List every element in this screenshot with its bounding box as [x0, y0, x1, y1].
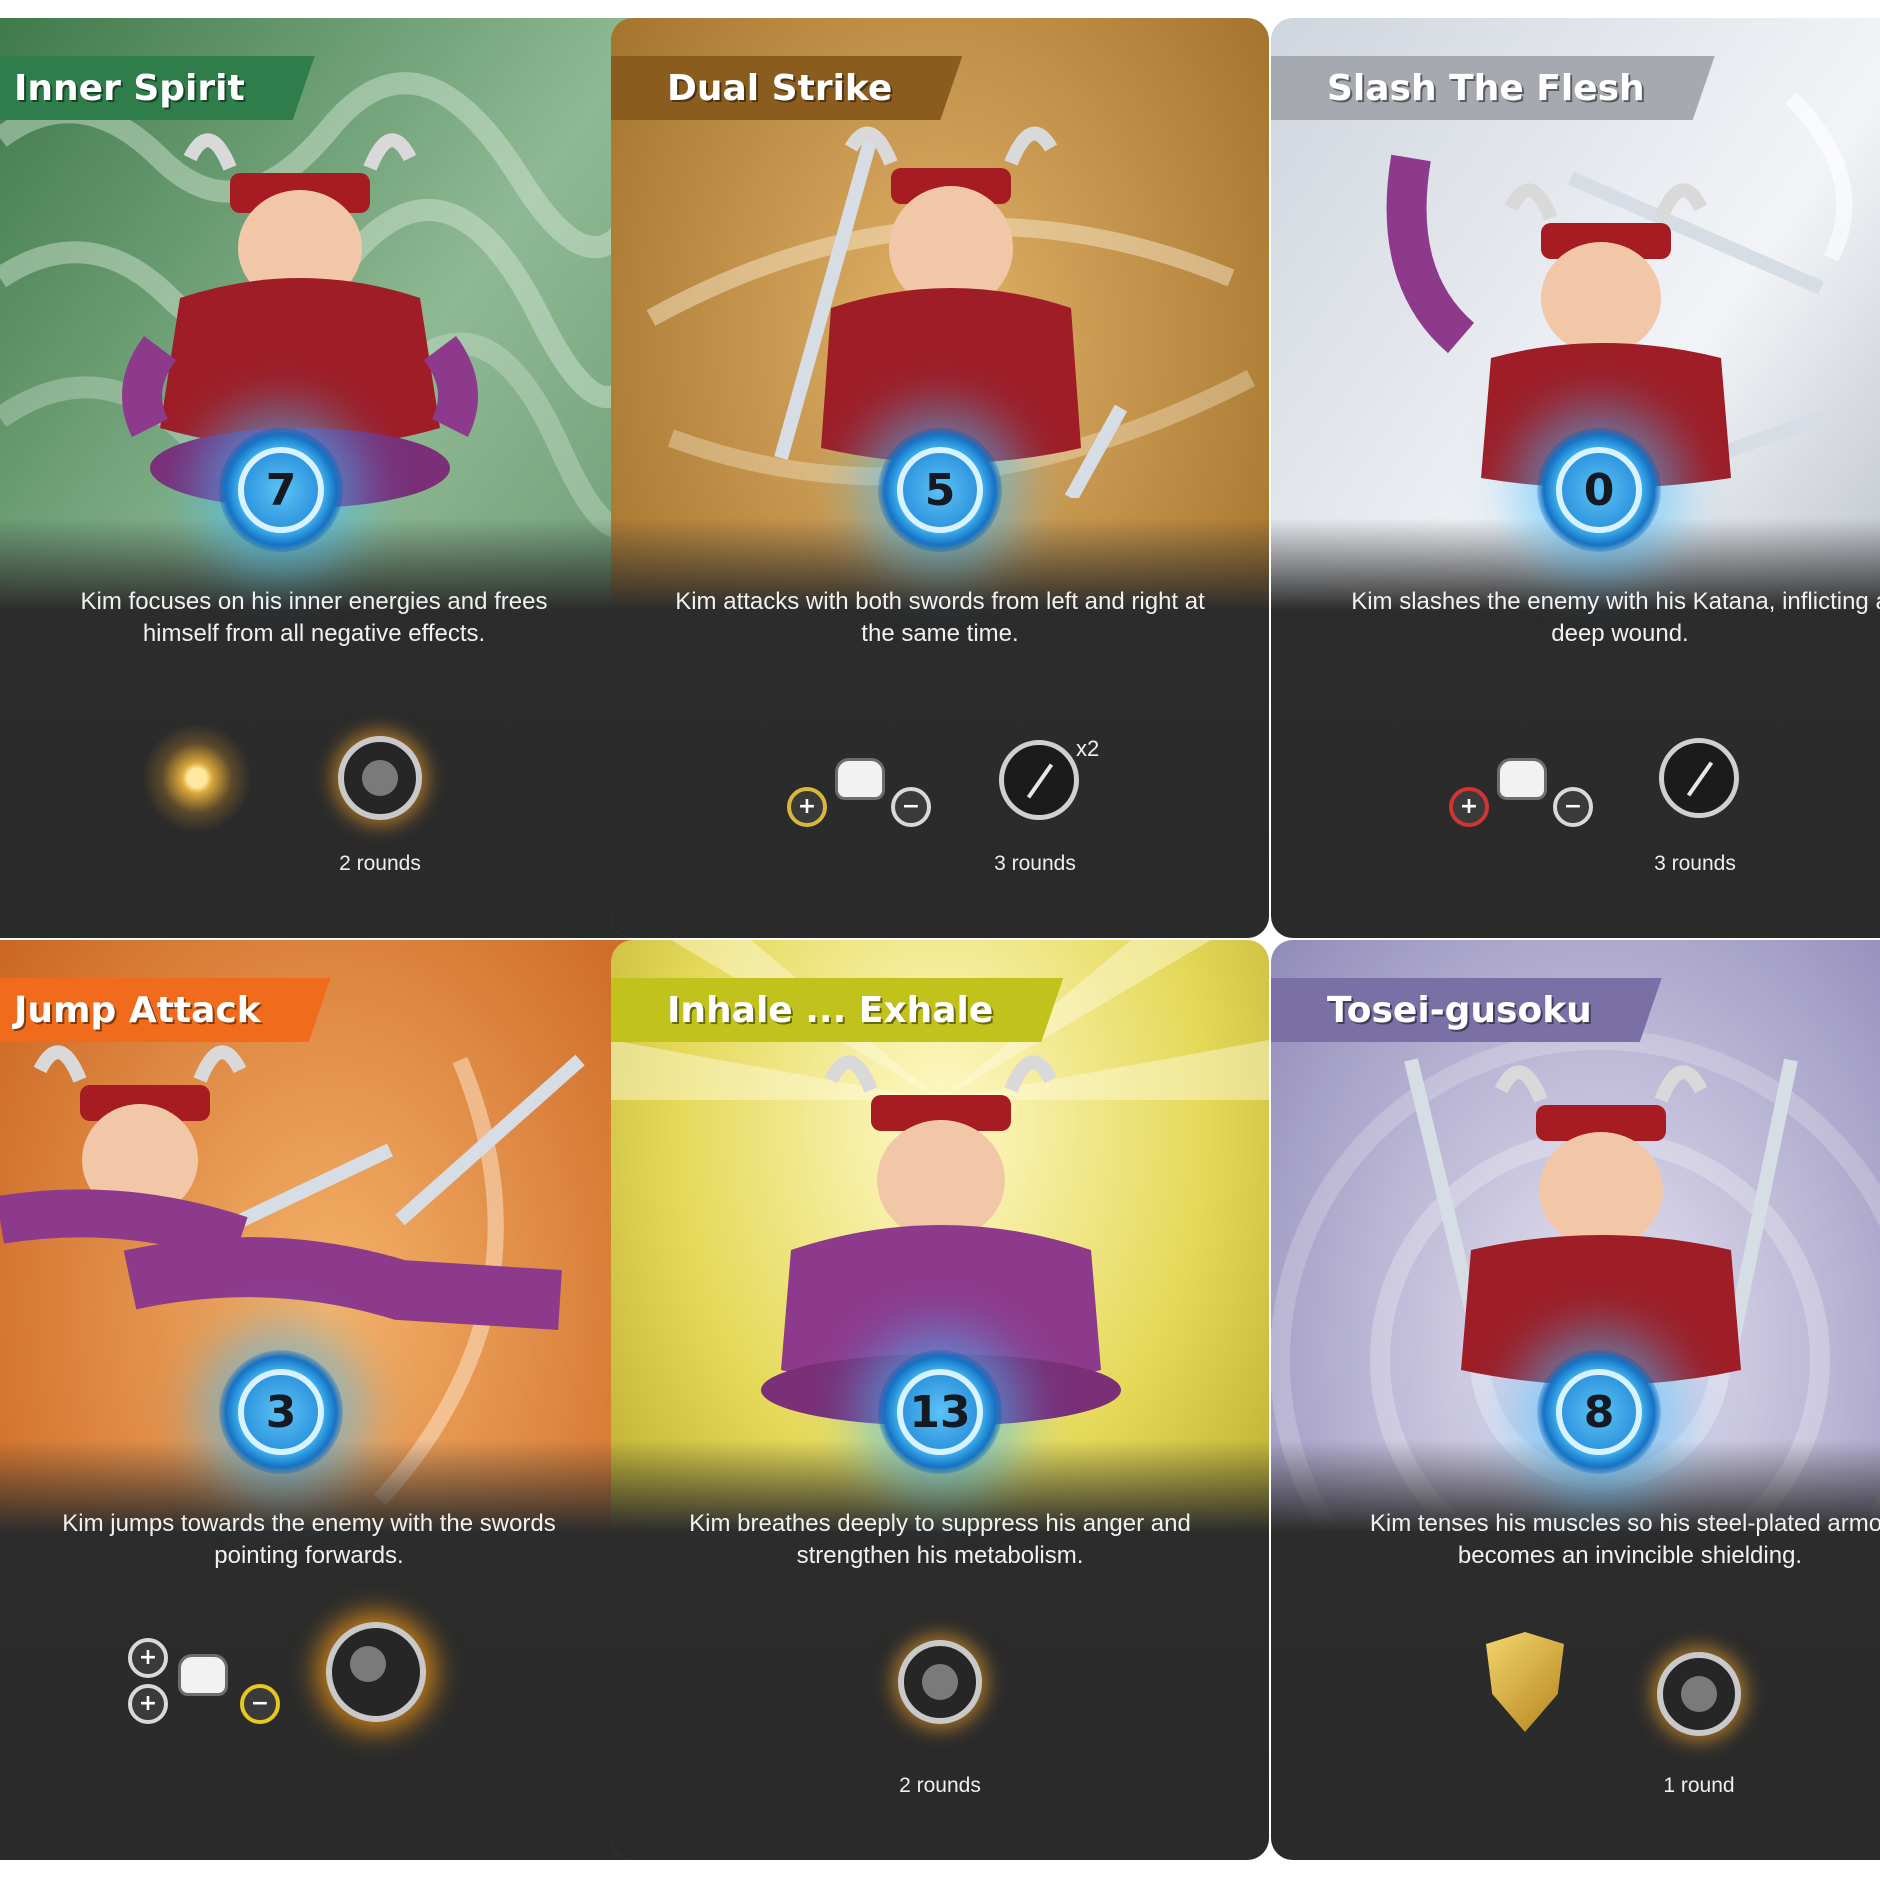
card-description: Kim tenses his muscles so his steel-plat… — [1369, 1510, 1880, 1569]
card-text-panel — [0, 1440, 658, 1860]
crossed-swords-icon — [999, 740, 1079, 820]
energy-orb-icon: 13 — [878, 1350, 1002, 1474]
energy-orb-icon: 3 — [219, 1350, 343, 1474]
energy-cost: 7 — [265, 464, 297, 516]
card-jump-attack[interactable]: Jump Attack 3 Kim jumps towards the enem… — [0, 940, 658, 1860]
card-title-banner: Inner Spirit — [0, 56, 315, 120]
card-dual-strike[interactable]: Dual Strike 5 Kim attacks with both swor… — [611, 18, 1269, 938]
plus-token-icon: + — [128, 1638, 168, 1678]
card-text-panel — [1271, 1440, 1880, 1860]
energy-orb-icon: 7 — [219, 428, 343, 552]
energy-orb-icon: 0 — [1537, 428, 1661, 552]
aura-icon — [142, 723, 252, 833]
minus-token-icon: − — [891, 787, 931, 827]
card-inner-spirit[interactable]: Inner Spirit 7 Kim focuses on his inner … — [0, 18, 658, 938]
card-title-banner: Inhale ... Exhale — [611, 978, 1063, 1042]
duration-label: 3 rounds — [994, 852, 1076, 875]
card-description: Kim focuses on his inner energies and fr… — [80, 588, 548, 647]
duration-label: 2 rounds — [339, 852, 421, 875]
card-text-panel — [611, 518, 1269, 938]
energy-orb-icon: 5 — [878, 428, 1002, 552]
energy-cost: 5 — [924, 464, 956, 516]
minus-token-icon: − — [1553, 787, 1593, 827]
duration-label: 2 rounds — [899, 1774, 981, 1797]
crossed-swords-icon — [1659, 738, 1739, 818]
duration-label: 3 rounds — [1654, 852, 1736, 875]
round-timer-icon — [338, 736, 422, 820]
card-description: Kim slashes the enemy with his Katana, i… — [1351, 588, 1880, 647]
energy-cost: 3 — [265, 1386, 297, 1438]
fist-icon — [178, 1654, 228, 1696]
round-timer-icon — [1657, 1652, 1741, 1736]
multiplier-label: x2 — [1076, 736, 1100, 761]
minus-token-icon: − — [240, 1684, 280, 1724]
card-title-banner: Tosei-gusoku — [1271, 978, 1662, 1042]
card-tosei-gusoku[interactable]: Tosei-gusoku 8 Kim tenses his muscles so… — [1271, 940, 1880, 1860]
energy-cost: 8 — [1583, 1386, 1615, 1438]
round-timer-icon — [898, 1640, 982, 1724]
energy-cost: 0 — [1583, 464, 1615, 516]
fist-icon — [1497, 758, 1547, 800]
plus-token-icon: + — [787, 787, 827, 827]
plus-token-icon: + — [128, 1684, 168, 1724]
plus-token-icon: + — [1449, 787, 1489, 827]
energy-orb-icon: 8 — [1537, 1350, 1661, 1474]
card-inhale-exhale[interactable]: Inhale ... Exhale 13 Kim breathes deeply… — [611, 940, 1269, 1860]
card-description: Kim attacks with both swords from left a… — [675, 588, 1205, 647]
energy-cost: 13 — [909, 1386, 971, 1438]
duration-label: 1 round — [1663, 1774, 1735, 1797]
card-title-banner: Jump Attack — [0, 978, 331, 1042]
round-timer-icon — [326, 1622, 426, 1722]
card-title-banner: Dual Strike — [611, 56, 962, 120]
fist-icon — [835, 758, 885, 800]
card-slash-the-flesh[interactable]: Slash The Flesh 0 Kim slashes the enemy … — [1271, 18, 1880, 938]
card-text-panel — [1271, 518, 1880, 938]
card-title-banner: Slash The Flesh — [1271, 56, 1715, 120]
card-description: Kim jumps towards the enemy with the swo… — [62, 1510, 556, 1569]
card-description: Kim breathes deeply to suppress his ange… — [689, 1510, 1191, 1569]
